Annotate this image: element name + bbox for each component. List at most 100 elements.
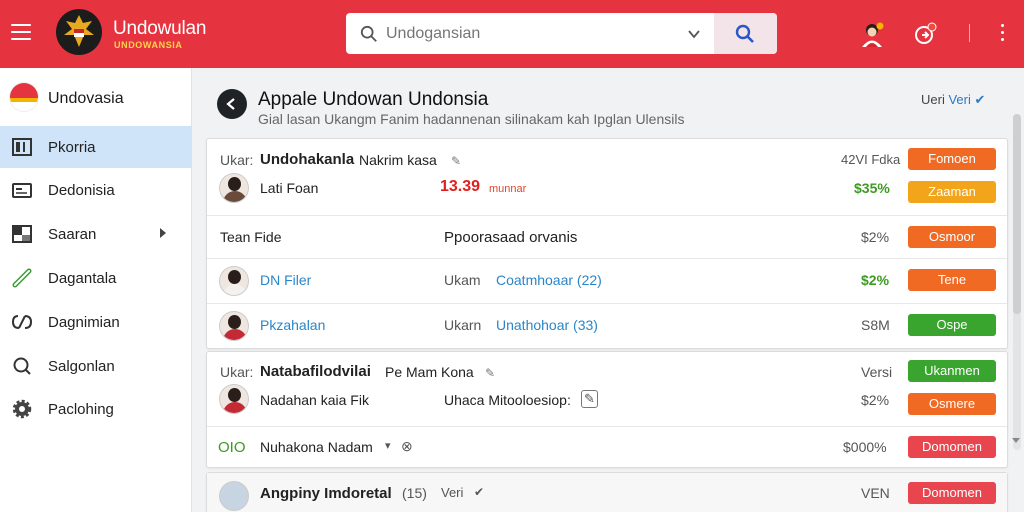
top-bar: Undowulan UNDOWANSIA [0, 0, 1024, 68]
notification-icon[interactable] [912, 21, 938, 47]
row-title-rest: Nakrim kasa [359, 152, 437, 168]
row-amount: 13.39 [440, 178, 481, 195]
row-name: Nadahan kaia Fik [260, 392, 369, 408]
row-value: $2% [861, 229, 890, 245]
sidebar-item-pkorria[interactable]: Pkorria [0, 126, 192, 168]
table-row[interactable]: Pkzahalan Ukarn Unathohoar (33) S8M Ospe [207, 304, 1007, 349]
columns-icon [12, 138, 32, 156]
search-input[interactable] [386, 21, 706, 46]
row-value: $2% [861, 272, 890, 288]
row-label: Ukam [444, 272, 481, 288]
info-icon[interactable]: ⊗ [401, 438, 413, 455]
emblem-icon [56, 9, 102, 55]
loop-icon [11, 315, 33, 329]
result-card-2: Ukar: Natabafilodvilai Pe Mam Kona ✎ Ver… [206, 351, 1008, 468]
chevron-right-icon[interactable] [160, 228, 166, 238]
action-button[interactable]: Domomen [908, 436, 996, 458]
sidebar-item-label: Dagnimian [48, 314, 120, 331]
arrow-left-icon [226, 98, 235, 110]
scroll-down-icon[interactable] [1012, 438, 1020, 443]
verify-link[interactable]: Ueri Veri ✔ [921, 92, 985, 108]
search-icon [13, 357, 31, 375]
sidebar-header[interactable]: Undovasia [0, 68, 192, 126]
row-name: Tean Fide [220, 229, 282, 245]
search-icon [735, 24, 754, 43]
action-button[interactable]: Osmoor [908, 226, 996, 248]
sidebar-title: Undovasia [48, 90, 124, 107]
avatar [219, 384, 249, 414]
table-row[interactable]: Angpiny Imdoretal (15) Veri ✔ VEN Domome… [207, 473, 1007, 512]
row-title: Angpiny Imdoretal [260, 485, 392, 502]
more-vert-icon[interactable] [998, 24, 1006, 44]
verify-prefix: Ueri [921, 92, 945, 107]
search-icon [360, 25, 377, 42]
sidebar-item-label: Dedonisia [48, 182, 115, 199]
action-button[interactable]: Domomen [908, 482, 996, 504]
row-mid: Ppoorasaad orvanis [444, 229, 578, 246]
sidebar-item-label: Pkorria [48, 139, 96, 156]
row-value: $000% [843, 439, 887, 455]
chevron-down-icon[interactable]: ▾ [385, 439, 391, 452]
page-subtitle: Gial lasan Ukangm Fanim hadannenan silin… [258, 111, 685, 127]
check-icon: ✔ [974, 92, 986, 107]
row-mid: Uhaca Mitooloesiop: [444, 392, 571, 408]
menu-icon[interactable] [11, 24, 31, 40]
avatar [219, 481, 249, 511]
row-name: Nuhakona Nadam [260, 439, 373, 455]
row-prefix: Ukar: [220, 364, 254, 380]
action-button[interactable]: Ukanmen [908, 360, 996, 382]
row-name: DN Filer [260, 272, 312, 288]
brand-title: Undowulan [113, 18, 207, 39]
table-row[interactable]: DN Filer Ukam Coatmhoaar (22) $2% Tene [207, 259, 1007, 304]
edit-icon[interactable]: ✎ [581, 390, 598, 408]
search-button[interactable] [714, 13, 777, 54]
row-title: Natabafilodvilai [260, 363, 371, 380]
result-card-1: Ukar: Undohakanla Nakrim kasa ✎ 42VI Fdk… [206, 138, 1008, 349]
row-name: Lati Foan [260, 180, 319, 196]
row-meta: 42VI Fdka [841, 152, 901, 167]
chevron-down-icon[interactable] [687, 27, 701, 41]
avatar [219, 266, 249, 296]
row-count: (15) [402, 485, 427, 501]
brand-subtitle: UNDOWANSIA [114, 40, 183, 50]
row-name: Pkzahalan [260, 317, 326, 333]
sidebar-item-label: Paclohing [48, 401, 114, 418]
table-row[interactable]: Ukar: Natabafilodvilai Pe Mam Kona ✎ Ver… [207, 352, 1007, 427]
sidebar-item-saaran[interactable]: Saaran [0, 213, 192, 255]
row-value: S8M [861, 317, 890, 333]
sidebar-item-paclohing[interactable]: Paclohing [0, 388, 192, 430]
row-lead: OIO [218, 439, 246, 456]
page-title: Appale Undowan Undonsia [258, 89, 489, 110]
row-meta: Versi [861, 364, 893, 380]
back-button[interactable] [217, 89, 247, 119]
sidebar-item-label: Salgonlan [48, 358, 115, 375]
header-divider [969, 24, 970, 42]
sidebar-item-label: Dagantala [48, 270, 117, 287]
row-prefix: Ukar: [220, 152, 254, 168]
action-button[interactable]: Osmere [908, 393, 996, 415]
table-row[interactable]: Ukar: Undohakanla Nakrim kasa ✎ 42VI Fdk… [207, 139, 1007, 216]
action-button[interactable]: Zaaman [908, 181, 996, 203]
action-button[interactable]: Fomoen [908, 148, 996, 170]
table-row[interactable]: Tean Fide Ppoorasaad orvanis $2% Osmoor [207, 216, 1007, 259]
sidebar-item-salgonlan[interactable]: Salgonlan [0, 345, 192, 387]
row-value: $35% [854, 180, 890, 196]
row-title-rest: Pe Mam Kona [385, 364, 474, 380]
pencil-icon[interactable]: ✎ [481, 364, 495, 380]
flag-icon [9, 82, 39, 112]
scrollbar-thumb[interactable] [1013, 114, 1021, 314]
verify-label: Veri [948, 92, 971, 107]
sidebar-item-dagantala[interactable]: Dagantala [0, 257, 192, 299]
avatar [219, 311, 249, 341]
row-label: Ukarn [444, 317, 482, 333]
sidebar-item-dagnimian[interactable]: Dagnimian [0, 301, 192, 343]
table-row[interactable]: OIO Nuhakona Nadam ▾ ⊗ $000% Domomen [207, 427, 1007, 468]
pencil-icon[interactable]: ✎ [447, 152, 461, 168]
link-icon [12, 268, 32, 288]
action-button[interactable]: Ospe [908, 314, 996, 336]
id-card-icon [12, 183, 32, 198]
grid-icon [12, 225, 32, 243]
action-button[interactable]: Tene [908, 269, 996, 291]
sidebar-item-dedonisia[interactable]: Dedonisia [0, 169, 192, 211]
avatar-icon[interactable] [858, 20, 886, 48]
